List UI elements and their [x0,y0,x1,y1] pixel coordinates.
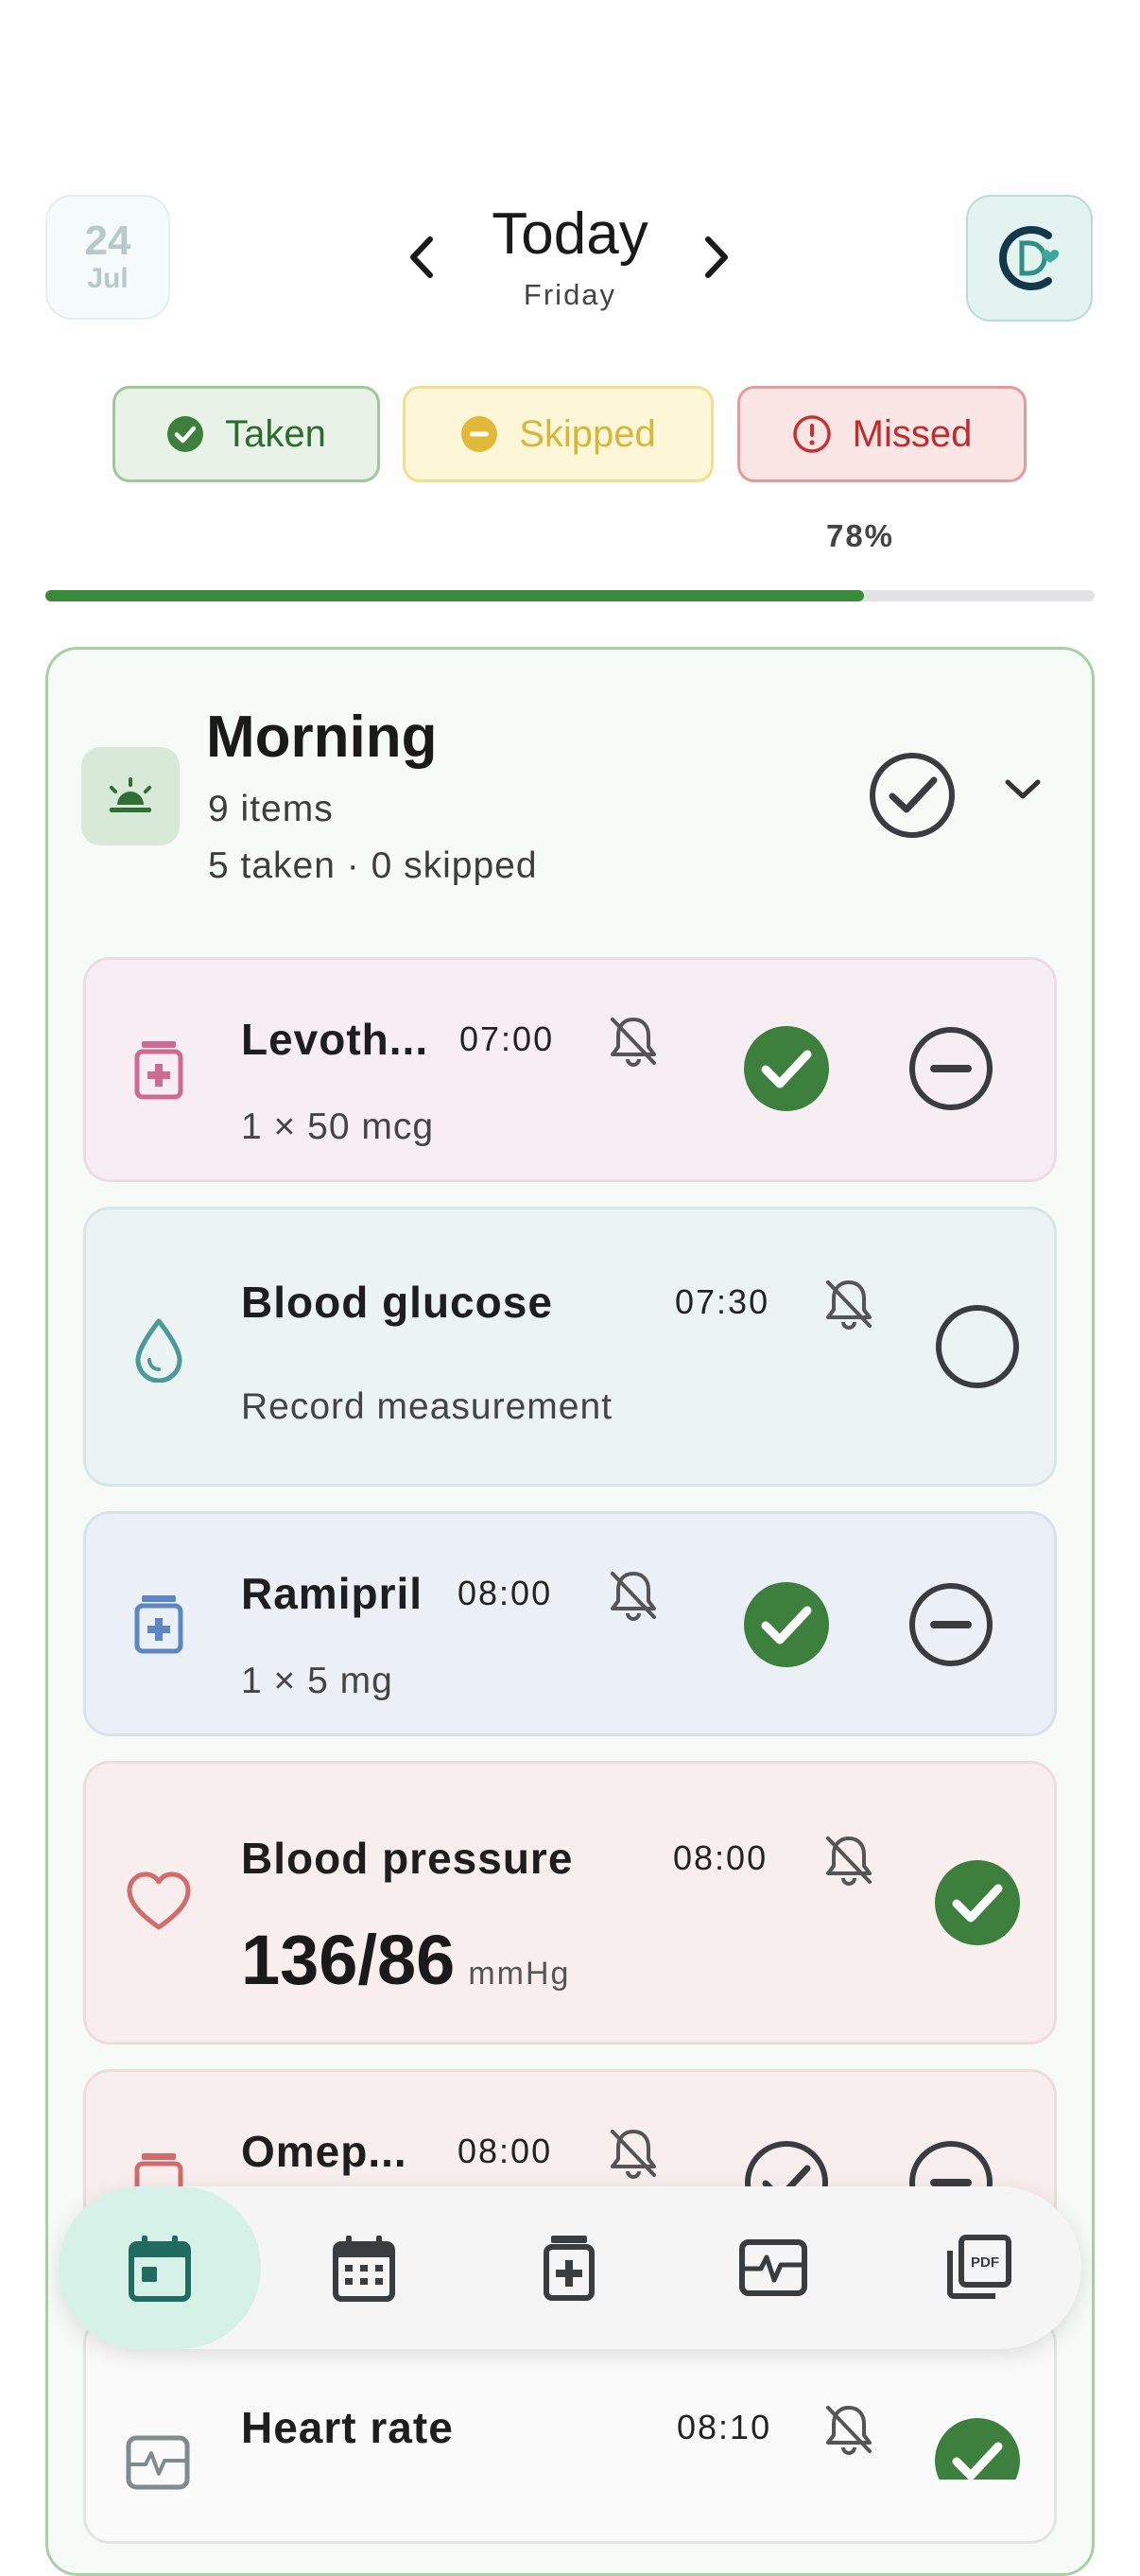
group-summary: 5 taken · 0 skipped [208,845,538,886]
nav-medications-button[interactable] [512,2211,626,2324]
item-time: 08:00 [673,1838,769,1877]
progress-percent: 78% [825,518,895,553]
skipped-label: Skipped [519,412,656,455]
taken-filter-button[interactable]: Taken [112,386,380,482]
item-detail: 1 × 5 mg [241,1661,393,1701]
measurement-value: 136/86 mmHg [241,1920,570,2000]
empty-circle-icon [936,1305,1019,1388]
item-time: 08:00 [458,2132,553,2170]
medication-icon [544,2236,595,2301]
item-time: 08:00 [458,1574,553,1612]
taken-button[interactable] [934,2417,1021,2503]
skip-button[interactable] [907,1581,994,1673]
vitals-icon [739,2239,807,2296]
bell-off-icon[interactable] [605,2124,662,2185]
pdf-report-icon: PDF [947,2235,1011,2299]
item-time: 08:10 [677,2408,772,2446]
nav-today-button[interactable] [103,2211,216,2324]
check-filled-icon [935,1860,1020,1945]
progress-track [45,590,1095,601]
minus-circle-icon [461,416,498,452]
medication-icon [132,1593,185,1660]
missed-label: Missed [852,412,973,455]
bell-off-icon[interactable] [820,1275,877,1336]
check-filled-icon [744,1026,829,1111]
item-detail: Record measurement [241,1386,613,1427]
date-day: 24 [84,218,131,264]
progress-fill [45,590,864,601]
taken-label: Taken [225,412,326,455]
water-drop-icon [130,1316,187,1387]
chevron-down-icon [1005,779,1041,799]
svg-text:PDF: PDF [971,2254,999,2271]
skipped-filter-button[interactable]: Skipped [403,386,714,482]
nav-vitals-button[interactable] [717,2211,830,2324]
alert-circle-icon [792,415,831,453]
bell-off-icon[interactable] [605,1012,662,1073]
missed-filter-button[interactable]: Missed [737,386,1027,482]
item-name: Heart rate [241,2403,454,2452]
chevron-right-icon[interactable] [688,219,745,295]
nav-calendar-button[interactable] [307,2211,421,2324]
item-name: Ramipril [241,1569,423,1618]
item-detail: 1 × 50 mcg [241,1106,435,1147]
today-calendar-icon [129,2236,191,2302]
bell-off-icon[interactable] [820,1831,877,1892]
taken-button[interactable] [743,1025,830,1117]
item-name: Levoth... [241,1015,429,1064]
item-name: Blood pressure [241,1834,574,1883]
item-time: 07:30 [675,1282,770,1321]
pulse-icon [125,2434,191,2496]
taken-button[interactable] [743,1581,830,1673]
bp-value: 136/86 [241,1921,456,1999]
mark-all-taken-button[interactable] [868,751,957,844]
collapse-group-button[interactable] [1002,775,1044,809]
list-item[interactable] [83,1761,1057,2045]
record-button[interactable] [934,1303,1021,1395]
item-time: 07:00 [459,1019,555,1058]
date-month: Jul [87,263,129,294]
medication-icon [132,1038,185,1105]
profile-logo-icon [999,226,1060,290]
sunrise-icon [81,747,180,845]
check-circle-icon [167,416,204,452]
profile-button[interactable] [966,195,1093,322]
bell-off-icon[interactable] [605,1566,662,1627]
bell-off-icon[interactable] [820,2400,877,2462]
check-filled-icon [744,1582,829,1667]
list-item[interactable] [83,1207,1057,1487]
item-name: Omep... [241,2127,407,2176]
item-name: Blood glucose [241,1278,553,1327]
date-badge[interactable]: 24 Jul [45,195,170,320]
group-title: Morning [206,705,438,770]
list-item[interactable] [83,2317,1057,2544]
minus-circle-outline-icon [909,1583,993,1666]
skip-button[interactable] [907,1025,994,1117]
taken-button[interactable] [934,1859,1021,1951]
calendar-grid-icon [333,2236,395,2302]
check-filled-icon [935,2418,1020,2503]
check-circle-outline-icon [870,753,955,838]
minus-circle-outline-icon [909,1027,993,1110]
heart-icon [125,1871,193,1938]
group-item-count: 9 items [208,789,334,829]
nav-reports-button[interactable]: PDF [922,2211,1035,2324]
bp-unit: mmHg [468,1956,571,1992]
